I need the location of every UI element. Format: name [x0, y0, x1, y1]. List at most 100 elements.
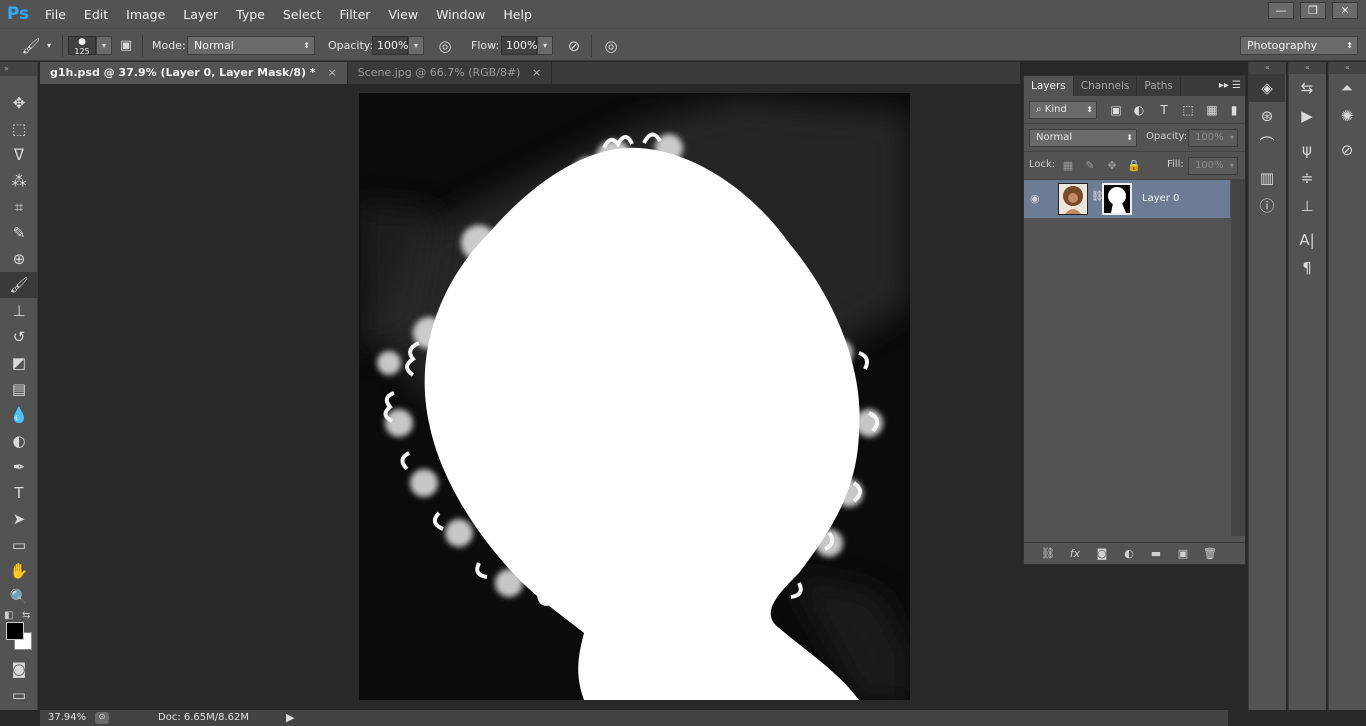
filter-smart-object-icon[interactable]: ▦ — [1204, 102, 1220, 118]
actions-dock-button[interactable]: ▶ — [1289, 102, 1325, 130]
flow-dropdown[interactable]: ▾ — [537, 36, 553, 55]
menu-edit[interactable]: Edit — [75, 7, 117, 22]
add-mask-icon[interactable]: ◙ — [1093, 547, 1111, 560]
preset-arrow-icon[interactable]: ▾ — [47, 29, 51, 62]
document-canvas[interactable] — [359, 93, 910, 700]
styles-dock-button[interactable]: ⊘ — [1329, 136, 1365, 164]
tab-layers[interactable]: Layers — [1024, 76, 1074, 96]
screen-mode-button[interactable]: ▭ — [0, 682, 38, 708]
spot-healing-tool[interactable]: ⊕ — [0, 246, 38, 272]
mode-dropdown[interactable]: Normal ⬍ — [187, 36, 315, 55]
layer-mask-thumbnail[interactable] — [1102, 183, 1132, 215]
eyedropper-tool[interactable]: ✎ — [0, 220, 38, 246]
new-layer-icon[interactable]: ▣ — [1174, 547, 1192, 560]
hand-tool[interactable]: ✋ — [0, 558, 38, 584]
navigator-dock-button[interactable]: ✺ — [1329, 102, 1365, 130]
quick-mask-button[interactable]: ◙ — [0, 656, 38, 682]
lock-position-icon[interactable]: ✥ — [1104, 158, 1120, 174]
collapse-dock-icon[interactable]: « — [1329, 62, 1366, 74]
menu-filter[interactable]: Filter — [330, 7, 379, 22]
crop-tool[interactable]: ⌗ — [0, 194, 38, 220]
character-dock-button[interactable]: A| — [1289, 226, 1325, 254]
clone-source-dock-button[interactable]: ⊥ — [1289, 192, 1325, 220]
channels-dock-button[interactable]: ⊛ — [1249, 102, 1285, 130]
adjustment-icon[interactable]: ◐ — [1120, 547, 1138, 560]
brush-dock-button[interactable]: ≑ — [1289, 164, 1325, 192]
gradient-tool[interactable]: ▤ — [0, 376, 38, 402]
zoom-tool[interactable]: 🔍 — [0, 584, 38, 610]
tab-scene-jpg[interactable]: Scene.jpg @ 66.7% (RGB/8#) × — [348, 62, 553, 84]
filter-type-icon[interactable]: T — [1156, 102, 1172, 118]
brush-panel-icon[interactable]: ▣ — [115, 35, 137, 57]
opacity-dropdown[interactable]: ▾ — [408, 36, 424, 55]
folder-icon[interactable]: ▬ — [1147, 547, 1165, 560]
magic-wand-tool[interactable]: ⁂ — [0, 168, 38, 194]
visibility-eye-icon[interactable]: ◉ — [1030, 192, 1040, 205]
histogram-dock-button[interactable]: ▥ — [1249, 164, 1285, 192]
filter-pixel-icon[interactable]: ▣ — [1108, 102, 1124, 118]
fx-icon[interactable]: fx — [1066, 547, 1084, 560]
filter-toggle-icon[interactable]: ▮ — [1226, 102, 1242, 118]
brush-presets-dock-button[interactable]: ψ — [1289, 136, 1325, 164]
filter-shape-icon[interactable]: ⬚ — [1180, 102, 1196, 118]
filter-adjustment-icon[interactable]: ◐ — [1131, 102, 1147, 118]
filter-kind-dropdown[interactable]: ⌕ Kind ⬍ — [1029, 101, 1097, 119]
panel-menu-icon[interactable]: ▸▸ ☰ — [1219, 76, 1241, 96]
minimize-button[interactable]: — — [1268, 2, 1294, 19]
collapse-toolbox-icon[interactable]: » — [0, 62, 37, 76]
layer-name[interactable]: Layer 0 — [1142, 193, 1179, 204]
path-selection-tool[interactable]: ➤ — [0, 506, 38, 532]
opacity-input[interactable]: 100% — [372, 36, 408, 55]
flow-input[interactable]: 100% — [501, 36, 537, 55]
history-dock-button[interactable]: ⇆ — [1289, 74, 1325, 102]
lock-all-icon[interactable]: 🔒 — [1126, 158, 1142, 174]
layer-thumbnail[interactable] — [1058, 183, 1088, 215]
menu-help[interactable]: Help — [494, 7, 541, 22]
menu-select[interactable]: Select — [274, 7, 331, 22]
workspace-switcher[interactable]: Photography ⬍ — [1240, 36, 1358, 55]
menu-view[interactable]: View — [379, 7, 427, 22]
swap-colors-icon[interactable]: ⇆ — [22, 610, 30, 621]
airbrush-icon[interactable]: ⊘ — [563, 35, 585, 57]
pen-tool[interactable]: ✒ — [0, 454, 38, 480]
default-colors-icon[interactable]: ◧ — [4, 610, 13, 621]
marquee-tool[interactable]: ⬚ — [0, 116, 38, 142]
move-tool[interactable]: ✥ — [0, 90, 38, 116]
tab-paths[interactable]: Paths — [1137, 76, 1181, 96]
paragraph-dock-button[interactable]: ¶ — [1289, 254, 1325, 282]
history-brush-tool[interactable]: ↺ — [0, 324, 38, 350]
lock-transparent-icon[interactable]: ▦ — [1060, 158, 1076, 174]
foreground-color-swatch[interactable] — [6, 622, 24, 640]
menu-type[interactable]: Type — [227, 7, 274, 22]
tab-channels[interactable]: Channels — [1074, 76, 1138, 96]
menu-layer[interactable]: Layer — [174, 7, 227, 22]
status-menu-arrow-icon[interactable]: ▶ — [286, 711, 294, 724]
brush-tool[interactable]: 🖌 — [0, 272, 38, 298]
close-window-button[interactable]: ✕ — [1332, 2, 1358, 19]
brush-size-picker[interactable]: ● 125 — [68, 36, 96, 56]
rectangle-tool[interactable]: ▭ — [0, 532, 38, 558]
adjustments-dock-button[interactable]: ⏶ — [1329, 74, 1365, 102]
lasso-tool[interactable]: ᐁ — [0, 142, 38, 168]
brush-size-dropdown[interactable]: ▾ — [96, 36, 112, 55]
close-icon[interactable]: × — [328, 66, 337, 79]
lock-pixels-icon[interactable]: ✎ — [1082, 158, 1098, 174]
blend-mode-dropdown[interactable]: Normal ⬍ — [1029, 129, 1137, 147]
menu-file[interactable]: File — [36, 7, 75, 22]
dodge-tool[interactable]: ◐ — [0, 428, 38, 454]
paths-dock-button[interactable]: ⌒ — [1249, 130, 1285, 158]
trash-icon[interactable]: 🗑 — [1201, 547, 1219, 560]
menu-image[interactable]: Image — [117, 7, 174, 22]
status-info-icon[interactable]: ⊙ — [95, 712, 109, 724]
layer-row[interactable]: ◉ ⛓ Layer 0 — [1024, 180, 1230, 218]
layer-opacity-input[interactable]: 100% ▾ — [1188, 129, 1238, 147]
layers-scrollbar[interactable] — [1231, 180, 1245, 536]
collapse-dock-icon[interactable]: « — [1289, 62, 1326, 74]
info-dock-button[interactable]: ⓘ — [1249, 192, 1285, 220]
close-icon[interactable]: × — [532, 66, 541, 79]
tab-g1h-psd[interactable]: g1h.psd @ 37.9% (Layer 0, Layer Mask/8) … — [40, 62, 348, 84]
restore-button[interactable]: ❐ — [1300, 2, 1326, 19]
blur-tool[interactable]: 💧 — [0, 402, 38, 428]
eraser-tool[interactable]: ◩ — [0, 350, 38, 376]
type-tool[interactable]: T — [0, 480, 38, 506]
